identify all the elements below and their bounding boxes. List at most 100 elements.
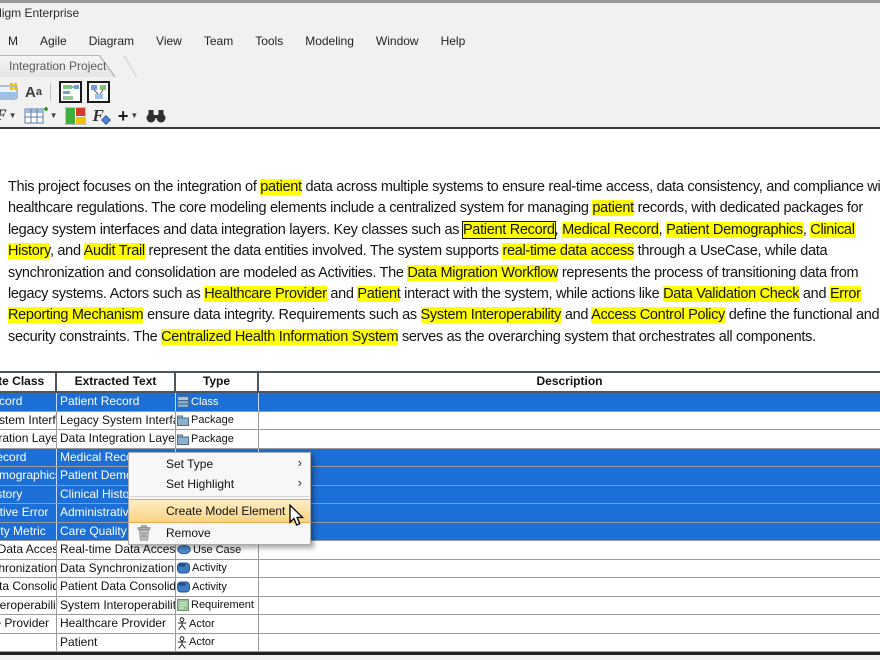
column-header-description[interactable]: Description (259, 373, 880, 391)
diagram-overview-icon[interactable] (59, 81, 82, 103)
tab-strip-edge (110, 56, 137, 77)
highlighted-term[interactable]: Patient Demographics (666, 222, 803, 238)
mouse-cursor-icon (286, 504, 306, 533)
highlighted-term[interactable]: Data Migration Workflow (407, 265, 558, 281)
cell-type: Package (176, 430, 259, 448)
highlighted-term[interactable]: Reporting Mechanism (8, 307, 143, 323)
highlighted-term[interactable]: System Interoperability (421, 307, 562, 323)
cell-candidate-class: Medical Record (0, 449, 57, 467)
toolbar-row-1: Aa (0, 80, 110, 104)
cell-candidate-class: Clinical History (0, 486, 57, 504)
highlighted-term[interactable]: Patient Record (463, 222, 555, 238)
cell-type: Package (176, 412, 259, 430)
menu-item-tools[interactable]: Tools (244, 31, 294, 51)
menu-item[interactable]: M (0, 31, 29, 51)
cell-description (259, 486, 880, 504)
menu-separator (130, 496, 309, 497)
cell-candidate-class: Data Synchronization (0, 560, 57, 578)
cell-type: Requirement (176, 597, 259, 615)
table-row[interactable]: Legacy System InterfacesLegacy System In… (0, 412, 880, 431)
highlighted-term[interactable]: Error (830, 286, 861, 302)
find-binoculars-icon[interactable] (145, 105, 167, 127)
menu-item-modeling[interactable]: Modeling (294, 31, 365, 51)
window-top-edge (0, 0, 880, 3)
cell-description (259, 578, 880, 596)
menu-item-view[interactable]: View (145, 31, 193, 51)
actor-icon (177, 636, 187, 649)
menu-item-agile[interactable]: Agile (29, 31, 78, 51)
cell-extracted-text: Patient Record (57, 393, 176, 411)
window-title: Visual Paradigm Enterprise (0, 6, 79, 20)
menu-item-help[interactable]: Help (430, 31, 477, 51)
cell-candidate-class (0, 634, 57, 652)
cell-candidate-class: Healthcare Provider (0, 615, 57, 633)
font-style-icon[interactable]: Aa (25, 81, 42, 103)
highlighted-term[interactable]: Medical Record (562, 222, 659, 238)
cell-candidate-class: Administrative Error (0, 504, 57, 522)
cell-description (259, 467, 880, 485)
usecase-icon (177, 544, 191, 555)
document-panel: This project focuses on the integration … (0, 129, 880, 652)
menu-item-diagram[interactable]: Diagram (78, 31, 145, 51)
highlighted-term[interactable]: patient (592, 200, 633, 216)
column-header-type[interactable]: Type (176, 373, 259, 391)
column-header-extracted-text[interactable]: Extracted Text (57, 373, 176, 391)
column-header-candidate-class[interactable]: Candidate Class (0, 373, 57, 391)
cell-candidate-class: Patient Record (0, 393, 57, 411)
cell-extracted-text: Patient (57, 634, 176, 652)
cell-candidate-class: Data Integration Layers (0, 430, 57, 448)
add-table-icon[interactable]: ▼ (24, 105, 58, 127)
menu-item-team[interactable]: Team (193, 31, 244, 51)
highlighted-term[interactable]: Audit Trail (84, 243, 145, 259)
context-menu: Set Type › Set Highlight › Create Model … (128, 452, 311, 545)
document-text: This project focuses on the integration … (8, 177, 880, 348)
cell-type: Actor (176, 634, 259, 652)
package-icon (177, 433, 189, 445)
cell-type: Actor (176, 615, 259, 633)
menu-item-window[interactable]: Window (365, 31, 430, 51)
cell-description (259, 560, 880, 578)
menu-item-set-highlight[interactable]: Set Highlight › (129, 474, 310, 494)
cell-candidate-class: Real-time Data Access (0, 541, 57, 559)
submenu-arrow-icon: › (298, 475, 302, 490)
tab-integration-project[interactable]: Integration Project (0, 55, 116, 77)
cell-type: Class (176, 393, 259, 411)
menu-item-set-type[interactable]: Set Type › (129, 454, 310, 474)
submenu-arrow-icon: › (298, 455, 302, 470)
table-row[interactable]: Data SynchronizationData Synchronization… (0, 560, 880, 579)
cell-description (259, 523, 880, 541)
toolbar-separator (50, 83, 51, 101)
menu-item-remove[interactable]: Remove (129, 523, 310, 543)
color-grid-icon[interactable] (65, 105, 86, 127)
diagram-layout-icon[interactable] (87, 81, 110, 103)
model-function-icon[interactable]: F (93, 105, 111, 127)
highlighted-term[interactable]: real-time data access (502, 243, 634, 259)
table-row[interactable]: PatientActor (0, 634, 880, 653)
cell-extracted-text: Legacy System Interfaces (57, 412, 176, 430)
cell-description (259, 430, 880, 448)
cell-extracted-text: Patient Data Consolidation (57, 578, 176, 596)
highlighted-term[interactable]: Patient (357, 286, 400, 302)
table-row[interactable]: Data Integration LayersData Integration … (0, 430, 880, 449)
textbox-icon[interactable] (0, 81, 20, 103)
highlighted-term[interactable]: History (8, 243, 50, 259)
highlighted-term[interactable]: Access Control Policy (591, 307, 725, 323)
menu-item-create-model-element[interactable]: Create Model Element (129, 499, 310, 523)
toolbar-row-2: F▼ ▼ F +▼ (0, 104, 167, 127)
class-icon (177, 396, 189, 408)
table-row[interactable]: Healthcare ProviderHealthcare ProviderAc… (0, 615, 880, 634)
table-row[interactable]: System InteroperabilitySystem Interopera… (0, 597, 880, 616)
table-row[interactable]: Patient RecordPatient RecordClass (0, 393, 880, 412)
cell-description (259, 634, 880, 652)
highlighted-term[interactable]: Centralized Health Information System (161, 329, 398, 345)
font-f-dropdown-icon[interactable]: F▼ (0, 105, 17, 127)
requirement-icon (177, 599, 189, 611)
cell-type: Activity (176, 560, 259, 578)
add-plus-icon[interactable]: +▼ (118, 105, 138, 127)
cell-description (259, 597, 880, 615)
highlighted-term[interactable]: Clinical (810, 222, 854, 238)
highlighted-term[interactable]: Data Validation Check (663, 286, 799, 302)
highlighted-term[interactable]: Healthcare Provider (204, 286, 326, 302)
table-row[interactable]: Patient Data ConsolidationPatient Data C… (0, 578, 880, 597)
highlighted-term[interactable]: patient (260, 179, 301, 195)
